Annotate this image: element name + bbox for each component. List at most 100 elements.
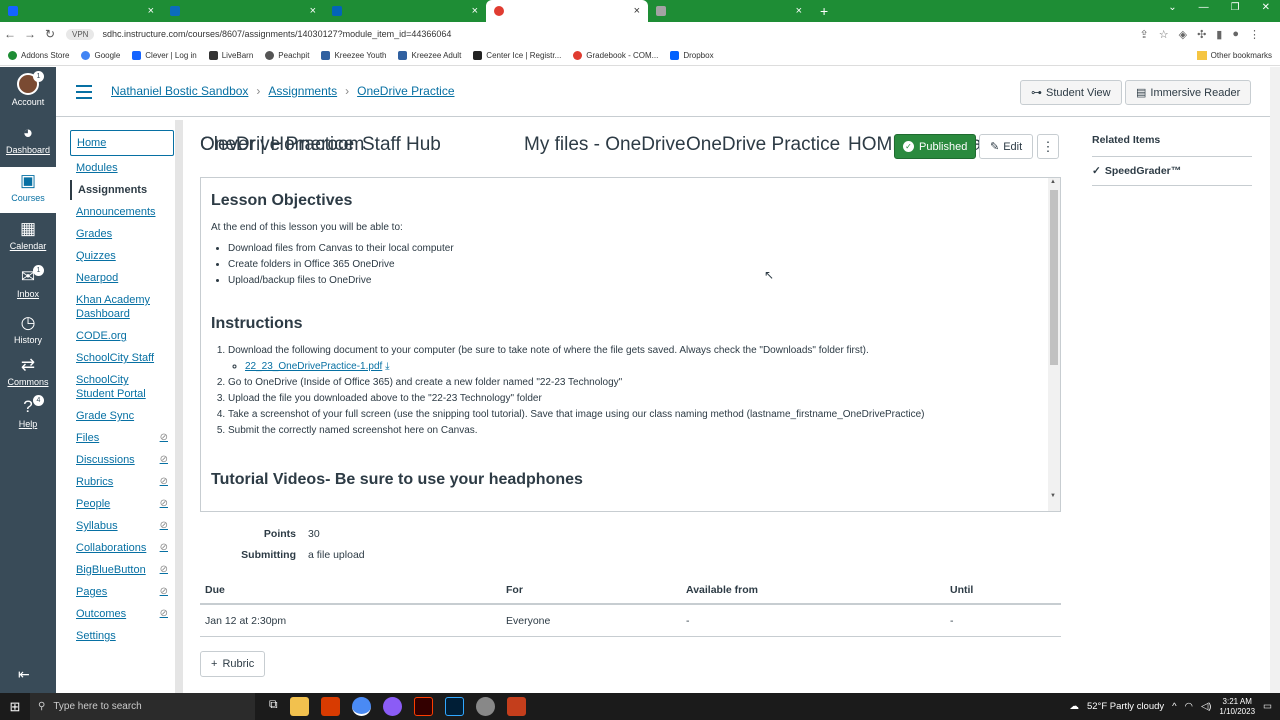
add-rubric-button[interactable]: + Rubric <box>200 651 266 677</box>
tab-search-icon[interactable]: ⌄ <box>1168 2 1176 13</box>
course-nav-people[interactable]: People ⊘ <box>70 494 174 514</box>
bookmark-item[interactable]: Gradebook - COM... <box>573 51 658 60</box>
nav-calendar[interactable]: ▦ Calendar <box>0 219 56 251</box>
nav-commons[interactable]: ⇄ Commons <box>0 355 56 387</box>
notifications-icon[interactable]: ▭ <box>1263 701 1272 712</box>
course-nav-schoolcity-staff[interactable]: SchoolCity Staff <box>70 348 174 368</box>
course-nav-collaborations[interactable]: Collaborations ⊘ <box>70 538 174 558</box>
illustrator-icon[interactable] <box>413 697 433 716</box>
photoshop-icon[interactable] <box>444 697 464 716</box>
course-nav-outcomes[interactable]: Outcomes ⊘ <box>70 604 174 624</box>
chrome-icon[interactable] <box>351 697 371 716</box>
taskbar-search[interactable]: ⚲ Type here to search <box>30 693 255 720</box>
vpn-badge[interactable]: VPN <box>66 28 95 40</box>
file-download-link[interactable]: 22_23_OneDrivePractice-1.pdf <box>245 361 382 372</box>
wifi-icon[interactable]: ◠ <box>1185 701 1193 712</box>
scroll-down-icon[interactable]: ▼ <box>1050 493 1056 499</box>
bookmark-item[interactable]: LiveBarn <box>208 51 253 60</box>
nav-history[interactable]: ◷ History <box>0 313 56 345</box>
file-explorer-icon[interactable] <box>289 697 309 716</box>
sidebar-icon[interactable]: ▮ <box>1216 28 1222 41</box>
course-nav-files[interactable]: Files ⊘ <box>70 428 174 448</box>
course-nav-khan-academy-dashboard[interactable]: Khan Academy Dashboard <box>70 290 174 324</box>
course-nav-modules[interactable]: Modules <box>70 158 174 178</box>
powerpoint-icon[interactable] <box>506 697 526 716</box>
extension-icon[interactable]: ◈ <box>1179 28 1187 41</box>
course-nav-bigbluebutton[interactable]: BigBlueButton ⊘ <box>70 560 174 580</box>
bookmark-item[interactable]: Clever | Log in <box>132 51 197 60</box>
course-nav-syllabus[interactable]: Syllabus ⊘ <box>70 516 174 536</box>
bookmark-item[interactable]: Google <box>81 51 120 60</box>
new-tab-button[interactable]: + <box>820 0 828 22</box>
url-field[interactable]: sdhc.instructure.com/courses/8607/assign… <box>102 29 451 39</box>
published-button[interactable]: ✓ Published <box>894 134 977 159</box>
nav-dashboard[interactable]: ◕ Dashboard <box>0 123 56 155</box>
course-nav-assignments[interactable]: Assignments <box>70 180 174 200</box>
course-nav-scrollbar[interactable] <box>175 120 183 693</box>
reload-icon[interactable]: ↻ <box>40 27 60 41</box>
close-tab-icon[interactable]: × <box>310 5 316 17</box>
profile-icon[interactable]: ● <box>1232 28 1239 41</box>
breadcrumb-course[interactable]: Nathaniel Bostic Sandbox <box>111 84 248 98</box>
collapse-nav-icon[interactable]: ⇤ <box>18 666 30 683</box>
course-nav-discussions[interactable]: Discussions ⊘ <box>70 450 174 470</box>
app-icon[interactable] <box>475 697 495 716</box>
breadcrumb-current[interactable]: OneDrive Practice <box>357 84 454 98</box>
browser-tab[interactable]: My files - OneDrive × <box>324 0 686 155</box>
hamburger-menu-icon[interactable] <box>76 85 92 103</box>
course-nav-code-org[interactable]: CODE.org <box>70 326 174 346</box>
nav-inbox[interactable]: ✉ 1 Inbox <box>0 265 56 299</box>
volume-icon[interactable]: ◁) <box>1201 701 1211 712</box>
scroll-thumb[interactable] <box>1050 190 1058 365</box>
other-bookmarks[interactable]: Other bookmarks <box>1196 51 1272 60</box>
browser-tab[interactable]: HOME | tbk8tsa× <box>648 0 982 155</box>
course-nav-grade-sync[interactable]: Grade Sync <box>70 406 174 426</box>
bookmark-item[interactable]: Center Ice | Registr... <box>473 51 561 60</box>
back-icon[interactable]: ← <box>0 27 20 41</box>
nav-help[interactable]: ? 4 Help <box>0 395 56 429</box>
description-scrollbar[interactable]: ▲ ▼ <box>1048 178 1060 511</box>
forward-icon[interactable]: → <box>20 27 40 41</box>
browser-tab[interactable]: Staff Hub × <box>162 0 441 155</box>
office-icon[interactable] <box>320 697 340 716</box>
download-icon[interactable]: ⤓ <box>385 361 389 372</box>
bookmark-item[interactable]: Addons Store <box>8 51 69 60</box>
puzzle-icon[interactable]: ✣ <box>1197 28 1206 41</box>
more-options-button[interactable]: ⋮ <box>1037 134 1059 159</box>
course-nav-pages[interactable]: Pages ⊘ <box>70 582 174 602</box>
browser-tab[interactable]: Clever | Homeroom × <box>0 0 364 155</box>
course-nav-nearpod[interactable]: Nearpod <box>70 268 174 288</box>
breadcrumb-assignments[interactable]: Assignments <box>268 84 337 98</box>
close-window-icon[interactable]: ✕ <box>1262 2 1270 13</box>
menu-icon[interactable]: ⋮ <box>1249 28 1260 41</box>
close-tab-icon[interactable]: × <box>634 5 640 17</box>
bookmark-item[interactable]: Peachpit <box>265 51 309 60</box>
close-tab-icon[interactable]: × <box>148 5 154 17</box>
share-icon[interactable]: ⇪ <box>1140 28 1149 41</box>
speedgrader-link[interactable]: ✓ SpeedGrader™ <box>1092 157 1252 186</box>
immersive-reader-button[interactable]: ▤ Immersive Reader <box>1125 80 1252 105</box>
course-nav-announcements[interactable]: Announcements <box>70 202 174 222</box>
maximize-icon[interactable]: ❐ <box>1231 2 1240 13</box>
app-icon[interactable] <box>382 697 402 716</box>
bookmark-item[interactable]: Dropbox <box>670 51 714 60</box>
windows-start-icon[interactable]: ⊞ <box>0 699 30 715</box>
course-nav-schoolcity-student-portal[interactable]: SchoolCity Student Portal <box>70 370 174 404</box>
course-nav-quizzes[interactable]: Quizzes <box>70 246 174 266</box>
course-nav-grades[interactable]: Grades <box>70 224 174 244</box>
bookmark-item[interactable]: Kreezee Youth <box>321 51 386 60</box>
edit-button[interactable]: ✎ Edit <box>979 134 1034 159</box>
nav-account[interactable]: 1 Account <box>0 71 56 107</box>
tray-chevron-icon[interactable]: ^ <box>1172 701 1176 712</box>
weather-text[interactable]: 52°F Partly cloudy <box>1087 701 1164 712</box>
scroll-up-icon[interactable]: ▲ <box>1050 179 1056 185</box>
course-nav-settings[interactable]: Settings <box>70 626 174 646</box>
minimize-icon[interactable]: — <box>1199 2 1209 13</box>
browser-tab-active[interactable]: OneDrive Practice × <box>486 0 840 155</box>
course-nav-home[interactable]: Home <box>70 130 174 156</box>
close-tab-icon[interactable]: × <box>796 5 802 17</box>
bookmark-star-icon[interactable]: ☆ <box>1159 28 1169 41</box>
student-view-button[interactable]: ⊶ Student View <box>1020 80 1122 105</box>
bookmark-item[interactable]: Kreezee Adult <box>398 51 461 60</box>
task-view-icon[interactable]: ⧉ <box>269 697 278 716</box>
